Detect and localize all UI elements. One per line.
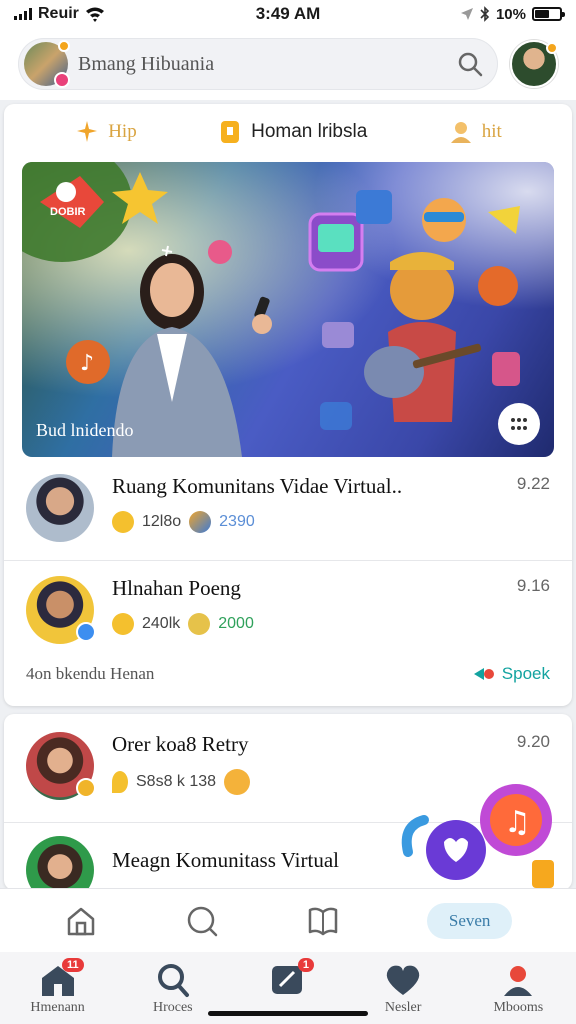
verified-icon bbox=[76, 778, 96, 798]
location-pin-icon bbox=[112, 771, 128, 793]
coin-icon bbox=[112, 511, 134, 533]
tab-label: Nesler bbox=[384, 1000, 422, 1015]
header: Bmang Hibuania bbox=[0, 28, 576, 100]
status-bar: Reuir 3:49 AM 10% bbox=[0, 0, 576, 28]
speaker-icon bbox=[473, 668, 494, 680]
avatar bbox=[26, 576, 96, 644]
item-title: Hlnahan Poeng bbox=[112, 576, 241, 600]
svg-text:♫: ♫ bbox=[504, 805, 531, 840]
stat-count: 12l8o bbox=[142, 513, 182, 530]
featured-banner[interactable]: ♪ DOBIR Bud lnidendo bbox=[22, 162, 554, 457]
more-options-button[interactable] bbox=[498, 403, 540, 445]
tab-label: Hip bbox=[108, 121, 137, 142]
search-input[interactable]: Bmang Hibuania bbox=[78, 53, 446, 76]
home-outline-icon[interactable] bbox=[64, 904, 98, 938]
coin-icon bbox=[112, 613, 134, 635]
status-time: 3:49 AM bbox=[255, 4, 321, 23]
community-avatar[interactable] bbox=[24, 40, 70, 88]
tab-favorites[interactable]: Nesler bbox=[353, 962, 453, 1024]
secondary-nav: Seven bbox=[0, 888, 576, 952]
heart-icon bbox=[386, 965, 420, 995]
tab-home[interactable]: 11 Hmenann bbox=[8, 958, 108, 1024]
tab-label: Hroces bbox=[152, 1000, 193, 1015]
divider bbox=[4, 560, 572, 561]
globe-icon bbox=[189, 511, 212, 533]
list-item[interactable]: Hlnahan Poeng 240lk 2000 9.16 bbox=[4, 576, 572, 644]
search-icon bbox=[157, 964, 189, 997]
search-icon[interactable] bbox=[456, 50, 484, 78]
carrier-name: Reuir bbox=[38, 5, 79, 22]
location-icon bbox=[460, 8, 473, 20]
footer-text: 4on bkendu Henan bbox=[26, 664, 155, 683]
tab-hit[interactable]: hit bbox=[448, 119, 502, 145]
stat-count: 240lk bbox=[142, 615, 181, 632]
tab-label: hit bbox=[481, 121, 502, 142]
banner-label: Bud lnidendo bbox=[36, 420, 134, 440]
avatar bbox=[26, 732, 96, 800]
tab-bar: Hip Homan lribsla hit bbox=[4, 104, 572, 160]
seven-button[interactable]: Seven bbox=[426, 902, 513, 939]
notification-badge: 1 bbox=[297, 958, 314, 972]
battery-icon bbox=[532, 7, 565, 21]
verified-icon bbox=[76, 622, 96, 642]
search-outline-icon[interactable] bbox=[185, 904, 219, 938]
search-bar[interactable]: Bmang Hibuania bbox=[18, 38, 498, 90]
tab-label: Mbooms bbox=[493, 1000, 544, 1015]
notification-badge: 11 bbox=[61, 958, 84, 972]
avatar bbox=[26, 836, 94, 890]
profile-avatar[interactable] bbox=[510, 40, 558, 88]
svg-text:♪: ♪ bbox=[80, 351, 94, 376]
bluetooth-icon bbox=[480, 6, 490, 22]
stat-count: S8s8 k 138 bbox=[136, 773, 217, 790]
item-title: Orer koa8 Retry bbox=[112, 732, 249, 756]
music-sticker-icon: ♫ bbox=[401, 784, 554, 888]
list-item[interactable]: Ruang Komunitans Vidae Virtual.. 12l8o 2… bbox=[4, 474, 572, 542]
home-indicator bbox=[208, 1011, 368, 1016]
tab-label: Homan lribsla bbox=[251, 121, 368, 142]
speak-button[interactable]: Spoek bbox=[473, 664, 550, 684]
tab-home[interactable]: Homan lribsla bbox=[217, 119, 367, 145]
bottom-tab-bar: 11 Hmenann Hroces 1 Nesler Mbooms bbox=[0, 952, 576, 1024]
user-icon bbox=[450, 122, 471, 143]
sparkle-icon bbox=[188, 613, 211, 635]
feed-card: Orer koa8 Retry S8s8 k 138 9.20 Meagn Ko… bbox=[4, 714, 572, 890]
banner-illustration: ♪ bbox=[22, 162, 554, 457]
battery-percent: 10% bbox=[495, 5, 526, 23]
item-title: Ruang Komunitans Vidae Virtual.. bbox=[112, 474, 403, 498]
speak-label: Spoek bbox=[501, 664, 550, 683]
tab-hip[interactable]: Hip bbox=[74, 119, 137, 145]
tab-label: Hmenann bbox=[30, 1000, 85, 1015]
signal-icon bbox=[14, 8, 32, 20]
wifi-icon bbox=[85, 7, 104, 22]
avatar bbox=[26, 474, 94, 542]
item-time: 9.16 bbox=[516, 576, 550, 595]
card-footer: 4on bkendu Henan Spoek bbox=[26, 664, 550, 684]
people-icon bbox=[504, 966, 533, 996]
bookmark-icon bbox=[221, 121, 240, 143]
stat-count: 2390 bbox=[219, 513, 255, 530]
feed-card: Hip Homan lribsla hit ♪ DOBIR Bud lniden… bbox=[4, 104, 572, 706]
emoji-icon bbox=[224, 769, 251, 795]
grid-dots-icon bbox=[511, 418, 527, 430]
tab-members[interactable]: Mbooms bbox=[468, 962, 568, 1024]
stat-count: 2000 bbox=[218, 615, 254, 632]
sparkle-icon bbox=[77, 121, 98, 142]
item-time: 9.22 bbox=[516, 474, 550, 493]
book-icon[interactable] bbox=[306, 904, 340, 938]
banner-sticker: DOBIR bbox=[50, 206, 86, 218]
